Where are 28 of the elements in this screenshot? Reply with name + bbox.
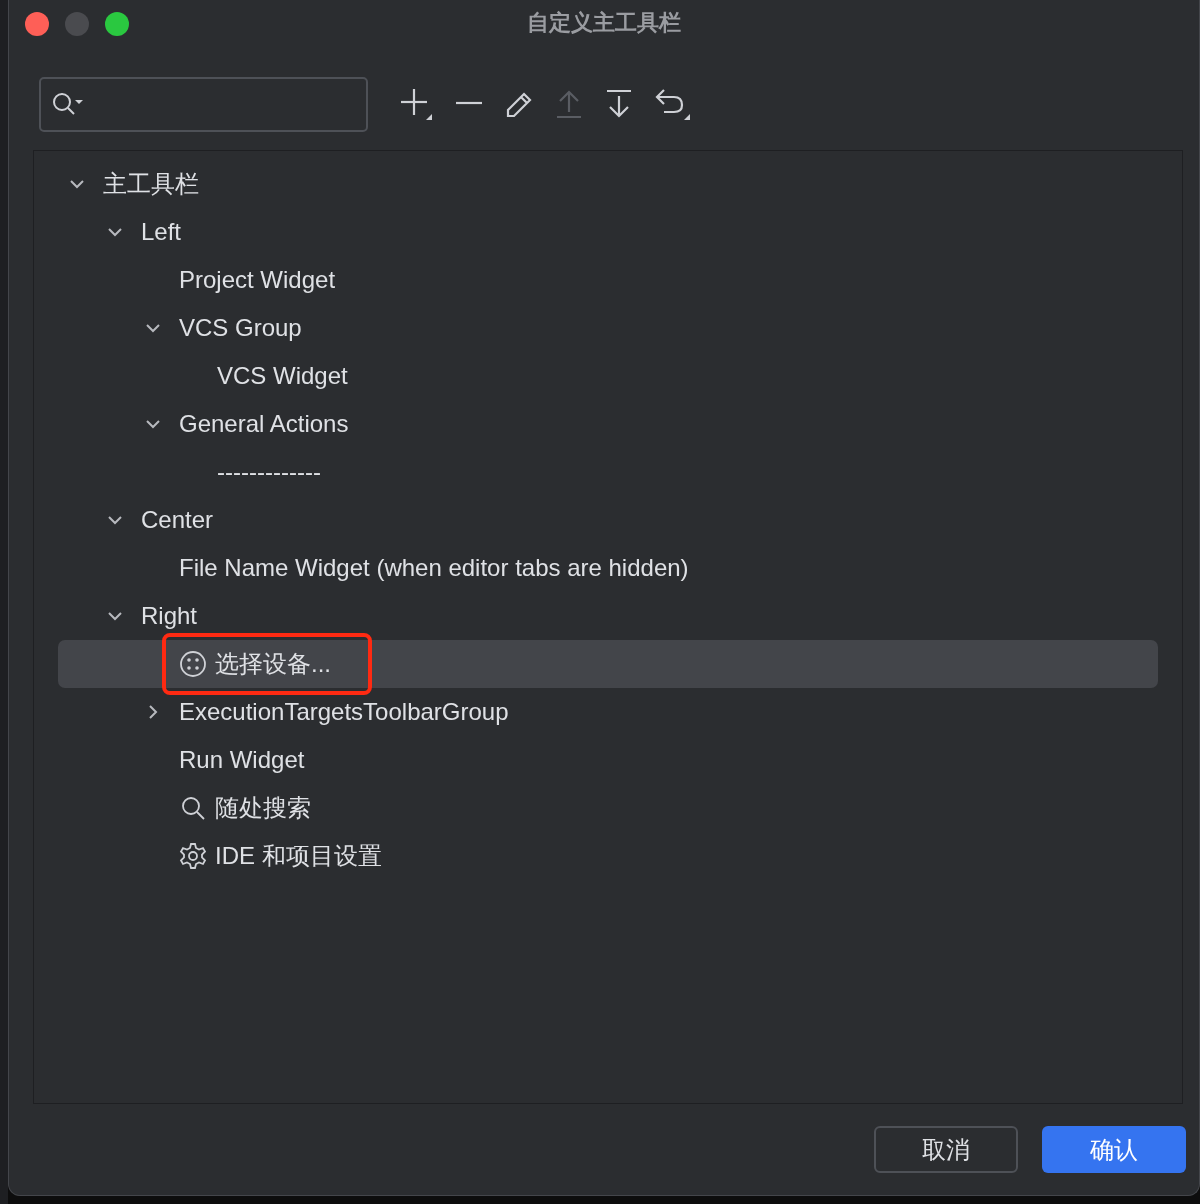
search-icon	[179, 794, 207, 822]
window-title: 自定义主工具栏	[527, 9, 681, 37]
tree-item[interactable]: Run Widget	[179, 746, 305, 774]
tree-item[interactable]: -------------	[217, 458, 321, 486]
selected-tree-row[interactable]: 选择设备...	[58, 640, 1158, 688]
dots-circle-icon	[179, 650, 207, 678]
tree-item[interactable]: VCS Group	[179, 314, 302, 342]
tree-item[interactable]: VCS Widget	[217, 362, 348, 390]
search-icon	[51, 91, 85, 117]
tree-item[interactable]: 随处搜索	[215, 792, 311, 824]
settings-icon	[179, 842, 207, 870]
tree-item[interactable]: Center	[141, 506, 214, 534]
close-icon[interactable]	[25, 12, 49, 36]
confirm-button[interactable]: 确认	[1042, 1126, 1186, 1173]
undo-icon[interactable]	[654, 86, 690, 122]
tree-item[interactable]: Left	[141, 218, 182, 246]
add-icon[interactable]	[398, 86, 434, 122]
zoom-icon[interactable]	[105, 12, 129, 36]
tree-item[interactable]: ExecutionTargetsToolbarGroup	[179, 698, 509, 726]
tree-item[interactable]: Right	[141, 602, 198, 630]
tree-item[interactable]: General Actions	[179, 410, 349, 438]
tree-item[interactable]: IDE 和项目设置	[215, 840, 382, 872]
cancel-button[interactable]: 取消	[874, 1126, 1018, 1173]
tree-item[interactable]: 选择设备...	[215, 648, 331, 680]
tree-item[interactable]: Project Widget	[179, 266, 336, 294]
search-field[interactable]	[39, 76, 368, 132]
tree-item[interactable]: 主工具栏	[103, 168, 199, 200]
tree-item[interactable]: File Name Widget (when editor tabs are hidden)	[179, 554, 689, 582]
